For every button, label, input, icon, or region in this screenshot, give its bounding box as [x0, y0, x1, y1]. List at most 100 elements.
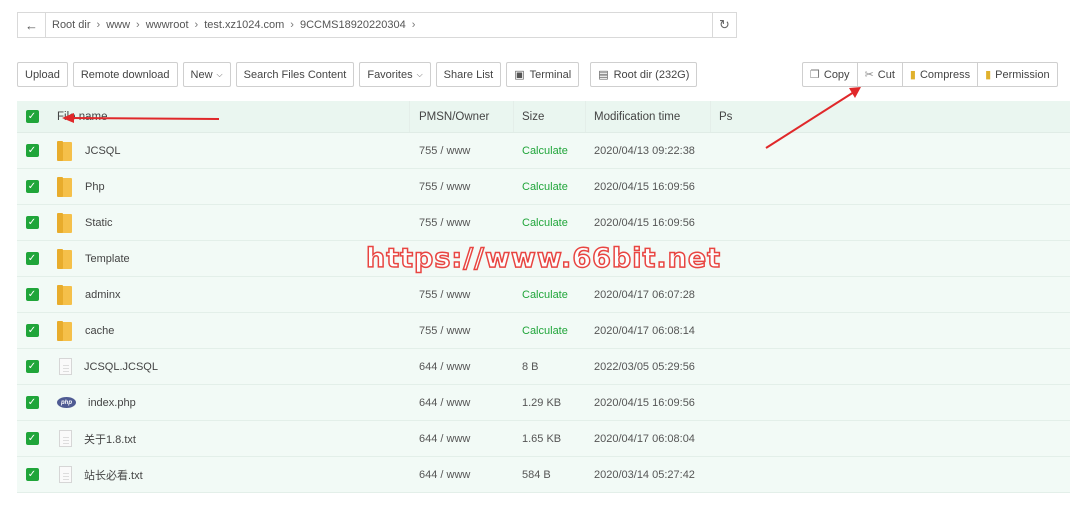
file-name[interactable]: index.php — [88, 397, 136, 409]
table-row[interactable]: ✓ cache 755 / www Calculate 2020/04/17 0… — [17, 313, 1070, 349]
batch-toolbar: ❐ Copy ✂ Cut ▮ Compress ▮ Permission — [802, 62, 1058, 87]
table-row[interactable]: ✓ Php 755 / www Calculate 2020/04/15 16:… — [17, 169, 1070, 205]
row-checkbox[interactable]: ✓ — [25, 432, 39, 445]
permission-button[interactable]: ▮ Permission — [978, 63, 1056, 86]
modified-cell: 2020/04/17 06:07:28 — [594, 288, 695, 301]
select-all-checkbox[interactable]: ✓ — [25, 110, 39, 123]
table-row[interactable]: ✓ JCSQL.JCSQL 644 / www 8 B 2022/03/05 0… — [17, 349, 1070, 385]
name-cell: 关于1.8.txt — [47, 421, 410, 456]
compress-button[interactable]: ▮ Compress — [903, 63, 979, 86]
perm-cell[interactable]: 644 / www — [410, 349, 514, 384]
column-header-ps: Ps — [719, 110, 733, 123]
breadcrumb-separator: › — [194, 19, 199, 31]
new-button[interactable]: New ⌵ — [182, 62, 231, 87]
remote-download-button[interactable]: Remote download — [72, 62, 178, 87]
file-name[interactable]: adminx — [85, 289, 120, 301]
refresh-icon[interactable]: ↻ — [712, 13, 736, 37]
breadcrumb-wwwroot[interactable]: wwwroot — [146, 19, 189, 31]
file-icon — [59, 430, 72, 447]
row-checkbox[interactable]: ✓ — [25, 180, 39, 193]
table-row[interactable]: ✓ JCSQL 755 / www Calculate 2020/04/13 0… — [17, 133, 1070, 169]
copy-button[interactable]: ❐ Copy — [803, 63, 858, 86]
breadcrumb-current[interactable]: 9CCMS18920220304 — [300, 19, 406, 31]
row-checkbox[interactable]: ✓ — [25, 324, 39, 337]
breadcrumb-www[interactable]: www — [106, 19, 130, 31]
cut-label: Cut — [877, 68, 895, 81]
row-checkbox[interactable]: ✓ — [25, 216, 39, 229]
perm-cell[interactable]: 644 / www — [410, 457, 514, 492]
perm-cell[interactable]: 644 / www — [410, 421, 514, 456]
terminal-label: Terminal — [529, 68, 572, 81]
size-calculate-link[interactable]: Calculate — [514, 277, 586, 312]
annotation-arrowhead-cut — [849, 87, 861, 98]
column-header-perm[interactable]: PMSN/Owner — [410, 101, 514, 132]
perm-cell[interactable]: 755 / www — [410, 277, 514, 312]
cut-button[interactable]: ✂ Cut — [858, 63, 903, 86]
column-header-name[interactable]: File name — [47, 101, 410, 132]
name-cell: JCSQL.JCSQL — [47, 349, 410, 384]
file-name[interactable]: cache — [85, 325, 114, 337]
row-checkbox[interactable]: ✓ — [25, 396, 39, 409]
breadcrumb-separator: › — [136, 19, 140, 31]
folder-icon — [57, 176, 73, 197]
folder-icon — [57, 140, 73, 161]
file-name[interactable]: Static — [85, 217, 113, 229]
size-calculate-link[interactable]: Calculate — [514, 133, 586, 168]
column-header-size[interactable]: Size — [514, 101, 586, 132]
size-calculate-link[interactable]: Calculate — [514, 205, 586, 240]
name-cell: Template — [47, 241, 410, 276]
share-list-button[interactable]: Share List — [435, 62, 502, 87]
perm-cell[interactable]: 755 / www — [410, 313, 514, 348]
table-row[interactable]: ✓ Static 755 / www Calculate 2020/04/15 … — [17, 205, 1070, 241]
modified-cell: 2020/04/17 06:08:04 — [594, 432, 695, 445]
favorites-label: Favorites — [367, 68, 413, 81]
table-row[interactable]: ✓ adminx 755 / www Calculate 2020/04/17 … — [17, 277, 1070, 313]
ps-cell — [711, 421, 1070, 456]
file-name[interactable]: JCSQL — [85, 145, 120, 157]
column-header-modified[interactable]: Modification time — [586, 101, 711, 132]
size-calculate-link[interactable]: Calculate — [514, 313, 586, 348]
folder-lock-icon: ▮ — [985, 69, 992, 81]
path-bar[interactable]: ← Root dir › www › wwwroot › test.xz1024… — [17, 12, 737, 38]
perm-cell[interactable]: 755 / www — [410, 133, 514, 168]
ps-cell — [711, 133, 1070, 168]
row-check-cell: ✓ — [17, 313, 47, 348]
breadcrumb-separator: › — [96, 19, 101, 31]
favorites-button[interactable]: Favorites ⌵ — [359, 62, 431, 87]
search-files-content-button[interactable]: Search Files Content — [235, 62, 355, 87]
file-name[interactable]: Php — [85, 181, 105, 193]
file-name[interactable]: 关于1.8.txt — [84, 431, 136, 447]
root-dir-button[interactable]: ▤ Root dir (232G) — [590, 62, 698, 87]
row-checkbox[interactable]: ✓ — [25, 360, 39, 373]
perm-cell[interactable]: 755 / www — [410, 169, 514, 204]
row-check-cell: ✓ — [17, 385, 47, 420]
size-calculate-link[interactable]: Calculate — [514, 169, 586, 204]
table-row[interactable]: ✓ 关于1.8.txt 644 / www 1.65 KB 2020/04/17… — [17, 421, 1070, 457]
row-checkbox[interactable]: ✓ — [25, 288, 39, 301]
size-cell: 1.65 KB — [522, 432, 562, 445]
file-name[interactable]: JCSQL.JCSQL — [84, 361, 158, 373]
file-name[interactable]: Template — [85, 253, 130, 265]
row-check-cell: ✓ — [17, 349, 47, 384]
table-header: ✓ File name PMSN/Owner Size Modification… — [17, 101, 1070, 133]
upload-button[interactable]: Upload — [17, 62, 68, 87]
breadcrumb-root[interactable]: Root dir — [52, 19, 91, 31]
terminal-button[interactable]: ▣ Terminal — [506, 62, 580, 87]
breadcrumb: Root dir › www › wwwroot › test.xz1024.c… — [46, 13, 712, 37]
breadcrumb-separator: › — [290, 19, 294, 31]
modified-cell: 2020/04/15 16:09:56 — [594, 180, 695, 193]
perm-cell[interactable]: 644 / www — [410, 385, 514, 420]
breadcrumb-separator: › — [411, 19, 416, 31]
breadcrumb-site[interactable]: test.xz1024.com — [204, 19, 284, 31]
back-icon[interactable]: ← — [18, 13, 46, 37]
row-checkbox[interactable]: ✓ — [25, 468, 39, 481]
perm-cell[interactable]: 755 / www — [410, 205, 514, 240]
row-checkbox[interactable]: ✓ — [25, 144, 39, 157]
table-row[interactable]: ✓ 站长必看.txt 644 / www 584 B 2020/03/14 05… — [17, 457, 1070, 493]
row-checkbox[interactable]: ✓ — [25, 252, 39, 265]
file-name[interactable]: 站长必看.txt — [84, 467, 143, 483]
table-row[interactable]: ✓ php index.php 644 / www 1.29 KB 2020/04… — [17, 385, 1070, 421]
ps-cell — [711, 385, 1070, 420]
copy-label: Copy — [823, 68, 850, 81]
file-toolbar: Upload Remote download New ⌵ Search Files… — [17, 62, 702, 87]
